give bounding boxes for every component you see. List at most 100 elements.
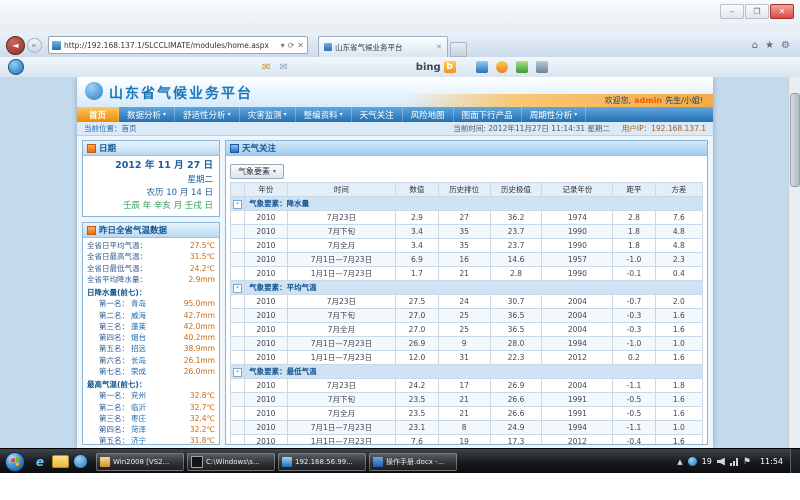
lead-cell: - bbox=[231, 281, 245, 295]
table-row[interactable]: 20107月全月3.43523.719901.84.8 bbox=[231, 239, 703, 253]
table-row[interactable]: 20107月1日—7月23日6.91614.61957-1.02.3 bbox=[231, 253, 703, 267]
stop-icon[interactable]: ✕ bbox=[297, 41, 304, 50]
forward-button[interactable]: ► bbox=[27, 38, 42, 53]
toolbar-icon-3[interactable] bbox=[516, 61, 528, 73]
url-text: http://192.168.137.1/SLCCLIMATE/modules/… bbox=[64, 41, 278, 50]
home-icon[interactable]: ⌂ bbox=[752, 40, 758, 51]
station-name: 烟台 bbox=[131, 332, 146, 343]
media-player-icon[interactable] bbox=[74, 455, 87, 468]
cell: 25 bbox=[438, 309, 490, 323]
address-bar[interactable]: http://192.168.137.1/SLCCLIMATE/modules/… bbox=[48, 36, 308, 54]
table-row[interactable]: 20101月1日—7月23日1.7212.81990-0.10.4 bbox=[231, 267, 703, 281]
cell: 7月全月 bbox=[287, 239, 396, 253]
window-close-button[interactable]: ✕ bbox=[770, 4, 794, 19]
nav-item-7[interactable]: 图面下行产品 bbox=[454, 107, 522, 122]
nav-item-3[interactable]: 灾害监测▾ bbox=[240, 107, 296, 122]
collapse-icon[interactable]: - bbox=[233, 368, 242, 377]
element-group-row[interactable]: -气象要素：平均气温 bbox=[231, 281, 703, 295]
table-row[interactable]: 20101月1日—7月23日12.03122.320120.21.6 bbox=[231, 351, 703, 365]
browser-tab[interactable]: 山东省气候业务平台 ✕ bbox=[318, 36, 448, 57]
column-header: 年份 bbox=[245, 183, 287, 197]
mail-secondary-icon[interactable]: ✉ bbox=[279, 62, 287, 73]
rank-item: 第三名：枣庄32.4℃ bbox=[87, 413, 215, 424]
table-row[interactable]: 20107月1日—7月23日23.1824.91994-1.11.0 bbox=[231, 421, 703, 435]
cell: 6.9 bbox=[396, 253, 438, 267]
cell: 7月23日 bbox=[287, 379, 396, 393]
scrollbar-thumb[interactable] bbox=[790, 93, 800, 187]
taskbar-window-3[interactable]: 操作手册.docx -... bbox=[369, 453, 457, 471]
bing-logo[interactable]: bing b bbox=[416, 61, 456, 73]
taskbar-window-0[interactable]: Win2008 [VS2... bbox=[96, 453, 184, 471]
table-row[interactable]: 20107月23日24.21726.92004-1.11.8 bbox=[231, 379, 703, 393]
table-row[interactable]: 20107月23日27.52430.72004-0.72.0 bbox=[231, 295, 703, 309]
element-group-row[interactable]: -气象要素：降水量 bbox=[231, 197, 703, 211]
tray-expand-icon[interactable]: ▲ bbox=[677, 458, 682, 466]
rank-section-title: 最高气温(前七)： bbox=[87, 379, 215, 390]
table-row[interactable]: 20107月下旬3.43523.719901.84.8 bbox=[231, 225, 703, 239]
nav-item-2[interactable]: 舒适性分析▾ bbox=[175, 107, 240, 122]
browser-navigation-bar: ◄ ► http://192.168.137.1/SLCCLIMATE/modu… bbox=[0, 33, 800, 58]
table-row[interactable]: 20107月全月27.02536.52004-0.31.6 bbox=[231, 323, 703, 337]
table-row[interactable]: 20107月23日2.92736.219742.87.6 bbox=[231, 211, 703, 225]
toolbar-icon-1[interactable] bbox=[476, 61, 488, 73]
nav-item-8[interactable]: 周期性分析▾ bbox=[522, 107, 587, 122]
table-row[interactable]: 20107月1日—7月23日26.9928.01994-1.01.0 bbox=[231, 337, 703, 351]
toolbar-icon-2[interactable] bbox=[496, 61, 508, 73]
taskbar-window-2[interactable]: 192.168.56.99... bbox=[278, 453, 366, 471]
action-center-flag-icon[interactable]: ⚑ bbox=[743, 457, 751, 467]
start-button[interactable] bbox=[5, 452, 25, 472]
show-desktop-button[interactable] bbox=[790, 449, 800, 474]
nav-item-5[interactable]: 天气关注 bbox=[352, 107, 403, 122]
station-name: 长岛 bbox=[131, 355, 146, 366]
window-minimize-button[interactable]: – bbox=[720, 4, 744, 19]
lead-cell bbox=[231, 225, 245, 239]
taskbar-window-1[interactable]: C:\Windows\s... bbox=[187, 453, 275, 471]
element-group-row[interactable]: -气象要素：最低气温 bbox=[231, 365, 703, 379]
nav-item-1[interactable]: 数据分析▾ bbox=[119, 107, 175, 122]
tray-app-icon[interactable] bbox=[688, 457, 697, 466]
thermometer-icon bbox=[87, 226, 96, 235]
table-row[interactable]: 20107月全月23.52126.61991-0.51.6 bbox=[231, 407, 703, 421]
summary-value: 2.9mm bbox=[188, 274, 215, 285]
cell: 7月下旬 bbox=[287, 393, 396, 407]
cell: 36.2 bbox=[490, 211, 542, 225]
address-dropdown-icon[interactable]: ▾ bbox=[281, 41, 285, 50]
lead-cell bbox=[231, 393, 245, 407]
collapse-icon[interactable]: - bbox=[233, 200, 242, 209]
clock[interactable]: 11:54 bbox=[760, 457, 783, 466]
back-button[interactable]: ◄ bbox=[6, 36, 25, 55]
cell: 2.9 bbox=[396, 211, 438, 225]
network-icon[interactable] bbox=[730, 458, 738, 466]
explorer-folder-icon[interactable] bbox=[52, 455, 69, 468]
nav-item-6[interactable]: 风险地图 bbox=[403, 107, 454, 122]
mail-icon[interactable]: ✉ bbox=[262, 62, 270, 73]
cell: 35 bbox=[438, 225, 490, 239]
table-row[interactable]: 20107月下旬23.52126.61991-0.51.6 bbox=[231, 393, 703, 407]
window-maximize-button[interactable]: ❐ bbox=[745, 4, 769, 19]
nav-item-0[interactable]: 首页 bbox=[77, 107, 119, 122]
collapse-icon[interactable]: - bbox=[233, 284, 242, 293]
tools-gear-icon[interactable]: ⚙ bbox=[781, 40, 790, 51]
table-row[interactable]: 20107月下旬27.02536.52004-0.31.6 bbox=[231, 309, 703, 323]
welcome-username: admin bbox=[634, 96, 662, 105]
cell: 23.5 bbox=[396, 393, 438, 407]
favorites-star-icon[interactable]: ★ bbox=[765, 40, 774, 51]
cell: 1990 bbox=[542, 225, 613, 239]
volume-icon[interactable] bbox=[717, 458, 725, 466]
cell: -0.1 bbox=[613, 267, 655, 281]
toolbar-icon-4[interactable] bbox=[536, 61, 548, 73]
nav-item-4[interactable]: 整编资料▾ bbox=[296, 107, 352, 122]
toolbar-round-icon[interactable] bbox=[8, 59, 24, 75]
new-tab-button[interactable] bbox=[450, 42, 467, 57]
rank-item: 第一名：兖州32.8℃ bbox=[87, 390, 215, 401]
quick-launch-icons: e bbox=[33, 454, 87, 470]
ie-icon[interactable]: e bbox=[33, 454, 47, 470]
tab-close-icon[interactable]: ✕ bbox=[436, 43, 442, 51]
table-row[interactable]: 20101月1日—7月23日7.61917.32012-0.41.6 bbox=[231, 435, 703, 445]
cell: 2.8 bbox=[490, 267, 542, 281]
refresh-icon[interactable]: ⟳ bbox=[288, 41, 295, 50]
element-filter-button[interactable]: 气象要素 ▾ bbox=[230, 164, 284, 179]
vertical-scrollbar[interactable] bbox=[788, 77, 800, 448]
cell: 26.6 bbox=[490, 393, 542, 407]
cell: 23.7 bbox=[490, 239, 542, 253]
